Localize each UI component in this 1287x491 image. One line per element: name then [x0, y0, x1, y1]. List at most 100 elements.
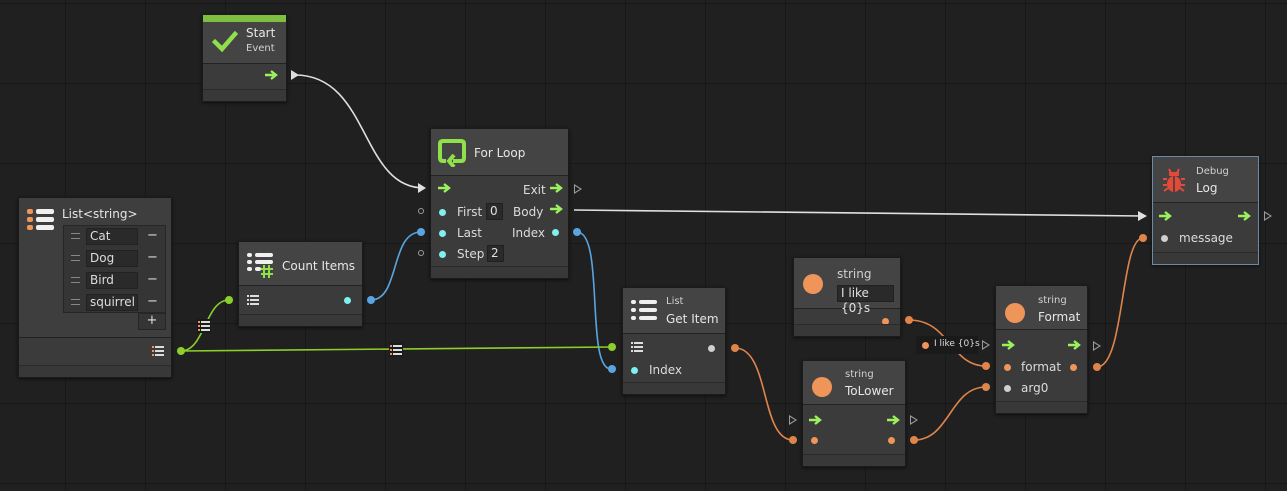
drag-handle-icon[interactable] — [71, 233, 80, 239]
start-node-footer — [203, 89, 286, 101]
flow-out-arrow-icon[interactable] — [1238, 211, 1252, 221]
format-input-port[interactable] — [1004, 364, 1011, 371]
count-items-header: Count Items — [239, 242, 362, 286]
format-node[interactable]: string Format format arg0 — [995, 285, 1088, 414]
list-item-field[interactable]: Bird — [86, 272, 138, 289]
to-lower-node[interactable]: string ToLower — [802, 360, 906, 467]
remove-item-button[interactable]: − — [147, 272, 158, 287]
step-input-port[interactable] — [418, 250, 424, 256]
wire-dot — [789, 436, 797, 444]
string-literal-value[interactable]: I like {0}s — [837, 285, 894, 315]
wire-dot — [1093, 363, 1101, 371]
wires-layer — [177, 74, 1147, 444]
format-output-port[interactable] — [1070, 364, 1077, 371]
for-loop-node[interactable]: For Loop Exit First 0 Body Last Index St… — [430, 128, 569, 279]
flow-wire-arrowhead — [418, 183, 426, 193]
list-icon — [27, 209, 54, 230]
exit-output-port[interactable] — [574, 184, 582, 194]
string-type-icon — [812, 377, 832, 397]
list-item[interactable]: Bird − — [65, 271, 166, 291]
flow-in-arrow-icon[interactable] — [809, 415, 823, 425]
first-input-port[interactable] — [418, 208, 424, 214]
count-items-node[interactable]: Count Items — [238, 241, 363, 327]
wire-dot — [225, 296, 233, 304]
flow-out-arrow-icon[interactable] — [550, 204, 564, 214]
step-port[interactable] — [439, 251, 446, 258]
list-string-node[interactable]: List<string> Cat − Dog − Bird − squirrel… — [18, 197, 172, 378]
remove-item-button[interactable]: − — [147, 228, 158, 243]
to-lower-header: string ToLower — [803, 361, 905, 405]
add-item-button[interactable]: + — [138, 313, 166, 330]
flow-in-arrow-icon[interactable] — [1002, 340, 1016, 350]
get-item-title: Get Item — [666, 312, 719, 326]
count-items-footer — [239, 314, 362, 326]
format-footer — [996, 401, 1087, 413]
flow-out-arrow-icon[interactable] — [887, 415, 901, 425]
message-label: message — [1179, 231, 1233, 245]
start-flow-output-port[interactable] — [291, 70, 299, 80]
to-lower-title: ToLower — [845, 384, 894, 398]
get-item-header: List Get Item — [623, 288, 725, 334]
wire-dot — [982, 362, 990, 370]
format-flow-output-port[interactable] — [1093, 341, 1101, 351]
to-lower-subtitle: string — [845, 369, 874, 380]
list-item-field[interactable]: squirrel — [86, 294, 138, 311]
get-item-node[interactable]: List Get Item Index — [622, 287, 726, 395]
last-label: Last — [457, 226, 482, 240]
format-header: string Format — [996, 286, 1087, 330]
to-lower-input-port[interactable] — [811, 437, 818, 444]
flow-out-arrow-icon[interactable] — [550, 183, 564, 193]
inline-value-port — [922, 342, 929, 349]
string-type-icon — [803, 274, 823, 294]
to-lower-flow-input-port[interactable] — [789, 415, 797, 425]
to-lower-footer — [803, 454, 905, 466]
list-item[interactable]: Dog − — [65, 249, 166, 269]
list-convert-icon — [389, 343, 403, 357]
flow-in-arrow-icon[interactable] — [438, 183, 452, 193]
exit-label: Exit — [523, 183, 546, 197]
inline-value-label: I like {0}s — [916, 336, 980, 354]
log-flow-output-port[interactable] — [1264, 211, 1272, 221]
string-wire-format-to-message — [1096, 237, 1144, 368]
list-icon — [631, 300, 657, 320]
list-node-title: List<string> — [62, 207, 138, 221]
drag-handle-icon[interactable] — [71, 277, 80, 283]
message-input-port[interactable] — [1161, 235, 1168, 242]
index-input-port[interactable] — [631, 367, 638, 374]
wire-dot — [367, 296, 375, 304]
step-value-field[interactable]: 2 — [487, 245, 504, 262]
index-label: Index — [512, 226, 546, 240]
flow-in-arrow-icon[interactable] — [1159, 211, 1173, 221]
start-node-subtitle: Event — [246, 43, 275, 54]
string-literal-node[interactable]: string I like {0}s — [793, 257, 901, 337]
arg0-input-port[interactable] — [1004, 385, 1011, 392]
item-output-port[interactable] — [708, 345, 715, 352]
start-node-header: Start Event — [203, 22, 286, 64]
list-item[interactable]: squirrel − — [65, 293, 166, 313]
list-convert-icon — [197, 319, 211, 333]
last-port[interactable] — [439, 230, 446, 237]
drag-handle-icon[interactable] — [71, 255, 80, 261]
wire-dot — [910, 436, 918, 444]
debug-log-subtitle: Debug — [1196, 166, 1229, 177]
wire-dot — [982, 383, 990, 391]
first-value-field[interactable]: 0 — [486, 203, 503, 220]
list-input-icon — [247, 295, 259, 305]
first-port[interactable] — [439, 209, 446, 216]
start-event-node[interactable]: Start Event — [202, 14, 287, 102]
drag-handle-icon[interactable] — [71, 299, 80, 305]
wire-dot — [1139, 234, 1147, 242]
remove-item-button[interactable]: − — [147, 294, 158, 309]
debug-log-node[interactable]: Debug Log message — [1152, 156, 1259, 265]
list-item-field[interactable]: Cat — [86, 228, 138, 245]
count-output-port[interactable] — [344, 297, 351, 304]
flow-out-arrow-icon[interactable] — [265, 70, 279, 80]
remove-item-button[interactable]: − — [147, 250, 158, 265]
to-lower-flow-output-port[interactable] — [910, 415, 918, 425]
to-lower-output-port[interactable] — [888, 437, 895, 444]
list-item-field[interactable]: Dog — [86, 250, 138, 267]
index-output-port[interactable] — [552, 229, 559, 236]
list-item[interactable]: Cat − — [65, 227, 166, 247]
flow-out-arrow-icon[interactable] — [1068, 340, 1082, 350]
format-flow-input-port[interactable] — [982, 340, 990, 350]
